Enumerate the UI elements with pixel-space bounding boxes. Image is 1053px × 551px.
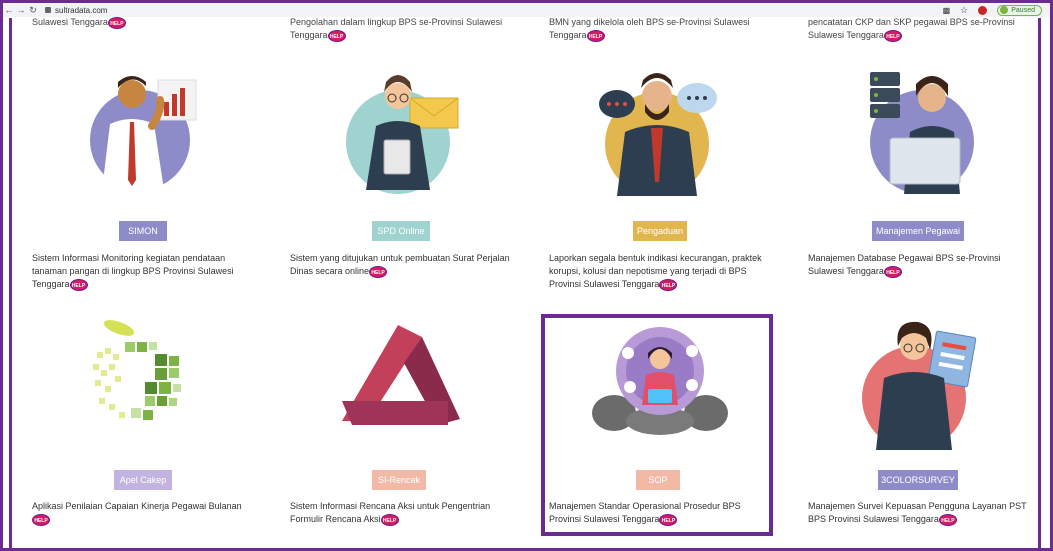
sop-illustration [592,327,728,435]
star-icon[interactable]: ☆ [960,5,968,16]
top-desc-3: BMN yang dikelola oleh BPS se-Provinsi S… [549,17,750,42]
help-badge[interactable]: HELP [369,265,388,278]
app-button-manajemen-pegawai[interactable]: Manajemen Pegawai [872,221,964,241]
profile-status: Paused [1011,6,1035,14]
app-button-sop[interactable]: SOP [636,470,680,490]
lock-icon [45,7,51,13]
app-desc-apel-cakep: Aplikasi Penilaian Capaian Kinerja Pegaw… [32,501,242,526]
help-badge[interactable]: HELP [883,265,902,278]
forward-icon[interactable]: → [15,5,27,15]
app-desc-pengaduan: Laporkan segala bentuk indikasi kecurang… [549,253,762,291]
help-badge[interactable]: HELP [938,513,957,526]
browser-toolbar: ← → ↻ sultradata.com ▩ ☆ Paused [3,3,1050,17]
address-bar[interactable]: sultradata.com [45,6,107,15]
app-desc-3colorsurvey: Manajemen Survei Kepuasan Pengguna Layan… [808,501,1027,526]
app-desc-manajemen-pegawai: Manajemen Database Pegawai BPS se-Provin… [808,253,1001,278]
app-desc-si-rencak: Sistem Informasi Rencana Aksi untuk Peng… [290,501,491,526]
extension-icon[interactable] [978,5,988,15]
url-text: sultradata.com [55,5,108,15]
app-button-si-rencak[interactable]: SI-Rencak [372,470,426,490]
back-icon[interactable]: ← [3,5,15,15]
help-badge[interactable]: HELP [659,278,678,291]
reload-icon[interactable]: ↻ [27,5,39,16]
app-desc-sop: Manajemen Standar Operasional Prosedur B… [549,501,741,526]
app-button-pengaduan[interactable]: Pengaduan [633,221,687,241]
help-badge[interactable]: HELP [586,29,605,42]
app-desc-simon: Sistem Informasi Monitoring kegiatan pen… [32,253,234,291]
avatar [1000,6,1009,14]
spd-online-illustration [346,75,459,194]
help-badge[interactable]: HELP [327,29,346,42]
simon-illustration [90,76,197,190]
help-badge[interactable]: HELP [107,16,126,29]
help-badge[interactable]: HELP [32,513,50,526]
help-badge[interactable]: HELP [883,29,902,42]
app-desc-spd-online: Sistem yang ditujukan untuk pembuatan Su… [290,253,510,278]
top-desc-2: Pengolahan dalam lingkup BPS se-Provinsi… [290,17,503,42]
profile-button[interactable]: Paused [997,4,1042,16]
app-button-spd-online[interactable]: SPD Online [372,221,430,241]
app-button-simon[interactable]: SIMON [119,221,167,241]
help-badge[interactable]: HELP [659,513,678,526]
3colorsurvey-illustration [862,321,977,450]
apel-cakep-illustration [93,320,181,420]
help-badge[interactable]: HELP [69,278,88,291]
top-desc-4: pencatatan CKP dan SKP pegawai BPS se-Pr… [808,17,1015,42]
manajemen-pegawai-illustration [870,72,974,194]
app-button-apel-cakep[interactable]: Apel Cakep [114,470,172,490]
si-rencak-illustration [342,325,460,425]
help-badge[interactable]: HELP [380,513,399,526]
top-desc-1: Sulawesi Tenggara HELP [32,16,272,29]
translate-icon[interactable]: ▩ [943,6,951,15]
pengaduan-illustration [599,73,717,196]
app-button-3colorsurvey[interactable]: 3COLORSURVEY [878,470,958,490]
